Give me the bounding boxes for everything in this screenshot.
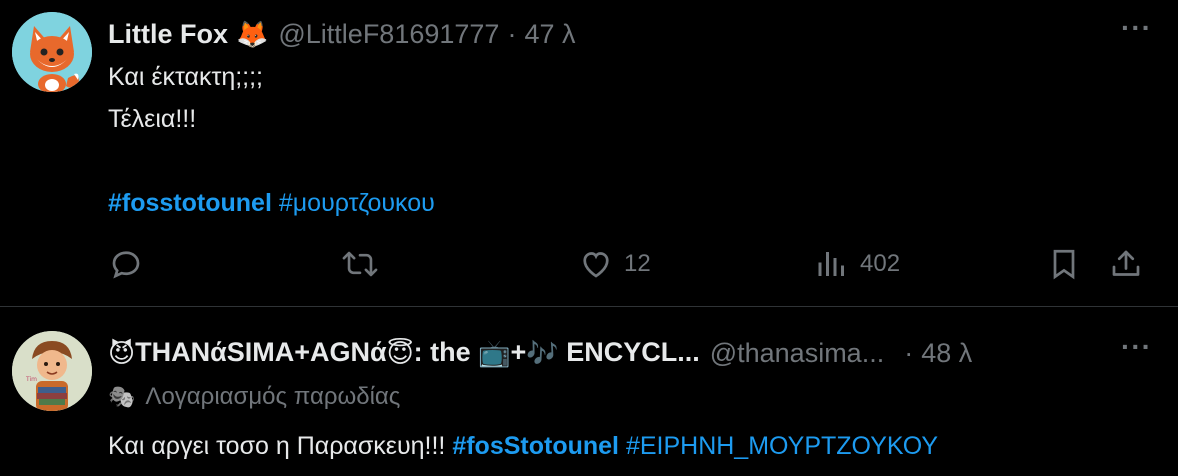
tweet-text: Και αργει τοσο η Παρασκευη!!! #fosStotou…	[108, 425, 938, 467]
fox-avatar-image	[12, 12, 92, 92]
hashtag-link[interactable]: #ΕΙΡΗΝΗ_ΜΟΥΡΤΖΟΥΚΟΥ	[626, 432, 938, 460]
share-icon	[1112, 250, 1140, 276]
display-name[interactable]: THANάSIMA+AGNά😇: the 📺+🎶 ENCYCL...	[135, 337, 700, 369]
hashtag-link[interactable]: #μουρτζουκου	[279, 189, 435, 217]
tweet-line: Τέλεια!!!	[108, 105, 197, 133]
hashtag-link[interactable]: #fosstotounel	[108, 189, 272, 217]
views-icon	[818, 252, 844, 276]
hashtag-line: #fosstotounel #μουρτζουκου	[108, 182, 435, 224]
display-name-part: THANάSIMA+AGNά	[135, 336, 387, 367]
avatar[interactable]: Tim	[12, 331, 92, 411]
action-bar: 12 402	[108, 244, 1158, 284]
timestamp[interactable]: 48 λ	[921, 338, 972, 369]
repost-button[interactable]	[341, 244, 389, 284]
tweet-line: Και αργει τοσο η Παρασκευη!!!	[108, 432, 453, 460]
tweet-text: Και έκτακτη;;;; Τέλεια!!! #fosstotounel …	[108, 56, 435, 224]
parody-account-label: 🎭 Λογαριασμός παρωδίας	[108, 383, 400, 411]
repost-icon	[342, 251, 378, 277]
bookmark-icon	[1053, 249, 1075, 280]
like-icon	[583, 252, 609, 278]
views-count: 402	[860, 250, 901, 277]
user-handle[interactable]: @LittleF81691777	[278, 19, 499, 50]
fox-emoji-icon: 🦊	[236, 18, 269, 49]
bookmark-button[interactable]	[1046, 244, 1082, 284]
more-options-icon[interactable]: ···	[1121, 333, 1152, 361]
timestamp[interactable]: 47 λ	[524, 19, 575, 50]
television-emoji-icon: 📺	[478, 338, 511, 369]
theater-masks-icon: 🎭	[108, 384, 136, 409]
share-button[interactable]	[1108, 244, 1144, 284]
tweet[interactable]: Tim 😈 THANάSIMA+AGNά😇: the 📺+🎶 ENCYCL...…	[0, 307, 1178, 476]
like-button[interactable]: 12	[578, 244, 651, 284]
tweet-header: 😈 THANάSIMA+AGNά😇: the 📺+🎶 ENCYCL... @th…	[108, 333, 972, 373]
tweet-line: Και έκτακτη;;;;	[108, 63, 264, 91]
halo-face-emoji-icon: 😇	[386, 338, 414, 369]
separator-dot: ·	[904, 337, 914, 368]
display-name-part: +	[510, 336, 527, 367]
svg-text:Tim: Tim	[25, 376, 37, 383]
smiling-devil-emoji-icon: 😈	[108, 337, 136, 368]
more-options-icon[interactable]: ···	[1121, 14, 1152, 42]
display-name[interactable]: Little Fox	[108, 19, 228, 50]
views-button[interactable]: 402	[814, 244, 900, 284]
parody-text: Λογαριασμός παρωδίας	[145, 383, 401, 410]
hashtag-link[interactable]: #fosStotounel	[452, 432, 619, 460]
boy-with-books-avatar-image: Tim	[12, 331, 92, 411]
like-count: 12	[624, 250, 651, 277]
display-name-part: : the	[413, 336, 479, 367]
music-notes-emoji-icon: 🎶	[526, 338, 559, 369]
reply-button[interactable]	[108, 244, 154, 284]
reply-icon	[112, 251, 140, 279]
avatar[interactable]	[12, 12, 92, 92]
tweet-header: Little Fox 🦊 @LittleF81691777 · 47 λ	[108, 14, 575, 54]
user-handle[interactable]: @thanasima...	[710, 338, 885, 369]
tweet[interactable]: Little Fox 🦊 @LittleF81691777 · 47 λ ···…	[0, 0, 1178, 307]
display-name-part: ENCYCL...	[558, 336, 700, 367]
separator-dot: ·	[507, 18, 517, 49]
